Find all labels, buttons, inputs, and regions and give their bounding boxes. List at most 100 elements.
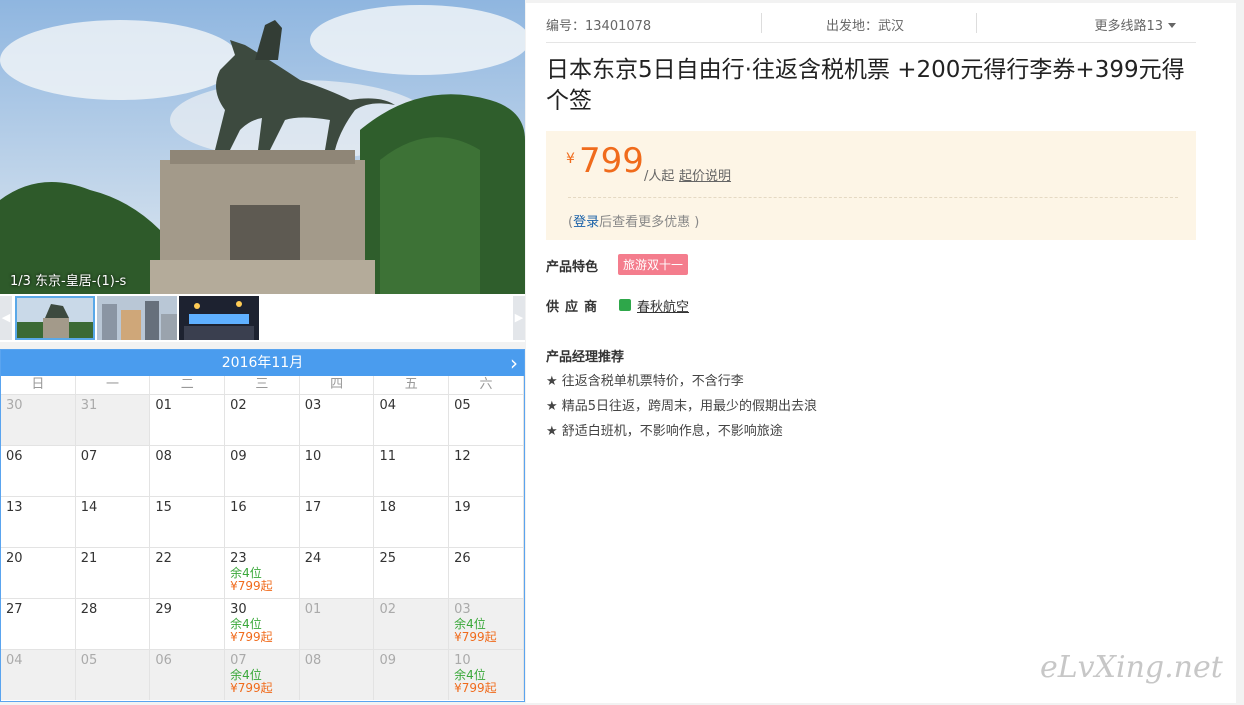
weekday-label: 五 <box>374 376 450 394</box>
recommend-item: ★ 精品5日往返，跨周末，用最少的假期出去浪 <box>546 399 818 414</box>
calendar-day[interactable]: 15 <box>150 496 226 547</box>
recommend-list: ★ 往返含税单机票特价，不含行李 ★ 精品5日往返，跨周末，用最少的假期出去浪 … <box>546 369 817 444</box>
calendar-day[interactable]: 19 <box>449 496 524 547</box>
calendar-day[interactable]: 10 <box>299 445 375 496</box>
calendar-grid: 30 31 01 02 03 04 05 06 07 08 09 10 11 12 13 14 15 16 17 18… <box>1 394 524 700</box>
calendar-day[interactable]: 04 <box>374 394 450 445</box>
more-routes-dropdown[interactable]: 更多线路13 <box>1094 15 1176 34</box>
calendar-day[interactable]: 17 <box>299 496 375 547</box>
more-routes-label: 更多线路13 <box>1094 19 1163 34</box>
calendar-day[interactable]: 10 余4位 ¥799起 <box>449 649 524 700</box>
calendar-weekdays: 日一二三四五六 <box>1 376 524 394</box>
calendar-day[interactable]: 30 余4位 ¥799起 <box>225 598 300 649</box>
meta-bar: 编号：13401078 出发地：武汉 更多线路13 <box>546 13 1196 43</box>
day-number: 03 <box>304 398 322 413</box>
statue-photo <box>0 0 525 294</box>
calendar-day[interactable]: 21 <box>75 547 151 598</box>
day-number: 05 <box>454 398 471 413</box>
price-box: ¥ 799 /人起 起价说明 (登录后查看更多优惠 ) <box>546 131 1196 240</box>
calendar-day[interactable]: 07 余4位 ¥799起 <box>225 649 300 700</box>
chevron-right-icon[interactable]: › <box>510 350 518 376</box>
calendar-day[interactable]: 18 <box>374 496 450 547</box>
day-number: 07 <box>230 653 247 668</box>
product-title: 日本东京5日自由行·往返含税机票 +200元得行李券+399元得个签 <box>546 57 1185 114</box>
day-number: 17 <box>304 500 322 515</box>
currency-symbol: ¥ <box>566 151 575 167</box>
day-number: 30 <box>6 398 23 413</box>
thumb-statue-image <box>15 296 95 340</box>
day-price: ¥799起 <box>454 681 497 695</box>
day-number: 28 <box>80 602 98 617</box>
calendar-day[interactable]: 26 <box>449 547 524 598</box>
calendar-day[interactable]: 20 <box>1 547 76 598</box>
calendar-day[interactable]: 25 <box>374 547 450 598</box>
day-number: 16 <box>230 500 247 515</box>
calendar-day[interactable]: 04 <box>1 649 76 700</box>
calendar-day[interactable]: 08 <box>150 445 226 496</box>
feature-tag[interactable]: 旅游双十一 <box>618 254 689 275</box>
thumb-next-button[interactable]: ▶ <box>513 296 525 340</box>
calendar-day[interactable]: 27 <box>1 598 76 649</box>
calendar-day[interactable]: 24 <box>299 547 375 598</box>
meta-divider <box>976 13 977 33</box>
calendar-day[interactable]: 01 <box>150 394 226 445</box>
calendar-header: 2016年11月 › <box>1 350 524 376</box>
calendar-day[interactable]: 06 <box>150 649 226 700</box>
calendar-day[interactable]: 09 <box>225 445 300 496</box>
calendar-day[interactable]: 03 余4位 ¥799起 <box>449 598 524 649</box>
weekday-label: 日 <box>1 376 76 394</box>
main-photo[interactable]: 1/3 东京-皇居-(1)-s <box>0 0 525 294</box>
photo-caption: 1/3 东京-皇居-(1)-s <box>10 274 127 289</box>
calendar-day[interactable]: 02 <box>374 598 450 649</box>
day-number: 10 <box>454 653 471 668</box>
day-number: 31 <box>80 398 98 413</box>
calendar-day[interactable]: 12 <box>449 445 524 496</box>
calendar-day[interactable]: 28 <box>75 598 151 649</box>
thumbnail-3[interactable] <box>179 296 259 340</box>
caret-down-icon <box>1168 23 1176 28</box>
thumb-prev-button[interactable]: ◀ <box>0 296 12 340</box>
day-number: 07 <box>80 449 98 464</box>
day-number: 13 <box>6 500 23 515</box>
calendar-day[interactable]: 05 <box>449 394 524 445</box>
supplier-icon <box>619 299 631 311</box>
day-number: 15 <box>155 500 172 515</box>
calendar-day[interactable]: 05 <box>75 649 151 700</box>
price-explain-link[interactable]: 起价说明 <box>679 165 731 184</box>
calendar-day[interactable]: 22 <box>150 547 226 598</box>
calendar-day[interactable]: 16 <box>225 496 300 547</box>
calendar-day[interactable]: 06 <box>1 445 76 496</box>
calendar-day[interactable]: 30 <box>1 394 76 445</box>
calendar-day[interactable]: 03 <box>299 394 375 445</box>
day-number: 09 <box>230 449 247 464</box>
thumbnail-strip: ◀ ▶ <box>0 294 525 342</box>
day-number: 22 <box>155 551 172 566</box>
calendar-day[interactable]: 13 <box>1 496 76 547</box>
calendar-day[interactable]: 02 <box>225 394 300 445</box>
thumbnail-1[interactable] <box>15 296 95 340</box>
day-number: 11 <box>379 449 396 464</box>
calendar-day[interactable]: 14 <box>75 496 151 547</box>
calendar-day[interactable]: 29 <box>150 598 226 649</box>
calendar-day[interactable]: 07 <box>75 445 151 496</box>
thumbnail-2[interactable] <box>97 296 177 340</box>
calendar-day[interactable]: 08 <box>299 649 375 700</box>
thumb-night-image <box>179 296 259 340</box>
day-number: 06 <box>6 449 23 464</box>
calendar-day[interactable]: 11 <box>374 445 450 496</box>
calendar-day[interactable]: 23 余4位 ¥799起 <box>225 547 300 598</box>
day-number: 03 <box>454 602 471 617</box>
weekday-label: 三 <box>225 376 300 394</box>
dashed-divider <box>568 197 1178 198</box>
calendar-day[interactable]: 31 <box>75 394 151 445</box>
day-number: 10 <box>304 449 322 464</box>
day-number: 26 <box>454 551 471 566</box>
login-link[interactable]: 登录 <box>573 215 599 230</box>
day-price: ¥799起 <box>230 630 273 644</box>
calendar-day[interactable]: 01 <box>299 598 375 649</box>
supplier-link[interactable]: 春秋航空 <box>637 296 689 315</box>
left-panel: 1/3 东京-皇居-(1)-s ◀ ▶ 2016年11月 › 日 一 二 三 四… <box>0 0 525 705</box>
watermark: eLvXing.net <box>1040 650 1223 685</box>
calendar-day[interactable]: 09 <box>374 649 450 700</box>
weekday-label: 一 <box>76 376 151 394</box>
